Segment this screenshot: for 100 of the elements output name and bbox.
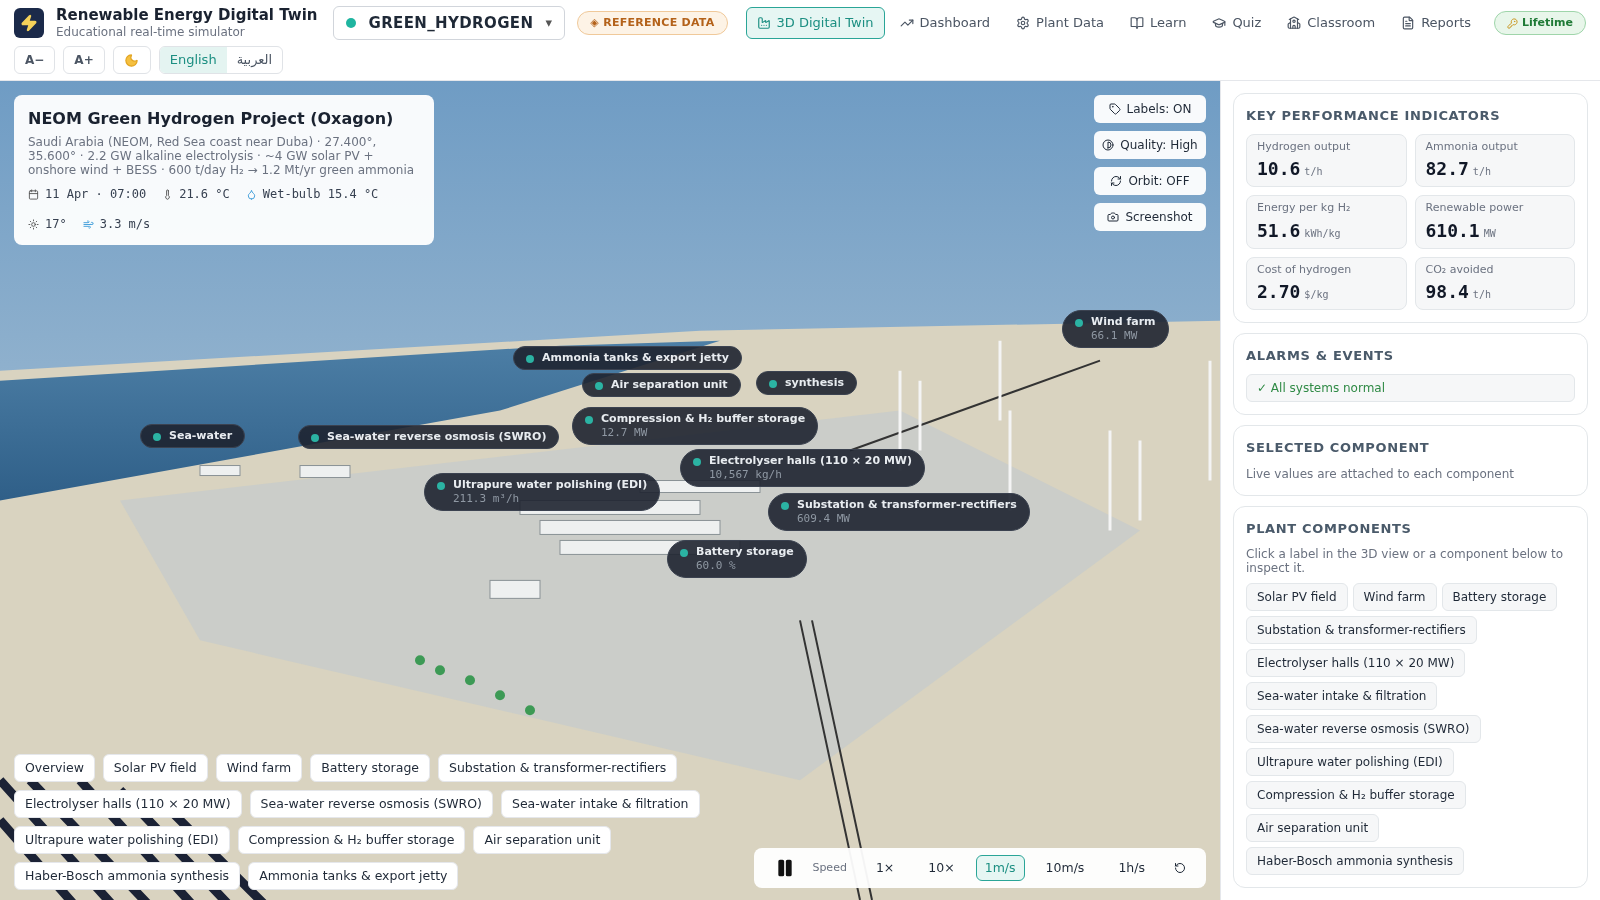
speed-option[interactable]: 1× (862, 855, 908, 881)
view-option-button[interactable]: Labels: ON (1094, 95, 1206, 123)
nav-tab[interactable]: 3D Digital Twin (745, 7, 885, 39)
view-option-button[interactable]: Quality: High (1094, 131, 1206, 159)
component-name: Sea-water (169, 429, 233, 443)
kpi-value: 98.4 (1425, 280, 1469, 304)
kpi-value: 82.7 (1425, 157, 1469, 181)
lifetime-badge: Lifetime (1494, 10, 1586, 36)
camera-view-button[interactable]: Overview (14, 754, 95, 782)
nav-tab[interactable]: Plant Data (1005, 7, 1116, 39)
font-size-button[interactable]: A+ (63, 46, 105, 74)
speed-option[interactable]: 1m/s (975, 855, 1025, 881)
app-subtitle: Educational real-time simulator (56, 24, 246, 40)
language-option[interactable]: English (159, 47, 227, 73)
scenario-dropdown[interactable]: GREEN_HYDROGEN ▾ (333, 6, 566, 40)
lightning-logo-icon (14, 8, 44, 38)
component-button[interactable]: Sea-water intake & filtration (1246, 681, 1438, 710)
condition-reading: 11 Apr · 07:00 (45, 186, 147, 203)
app-title: Renewable Energy Digital Twin (56, 6, 318, 25)
nav-tab[interactable]: Quiz (1201, 7, 1273, 39)
component-button[interactable]: Haber-Bosch ammonia synthesis (1246, 846, 1464, 875)
school-icon (1287, 16, 1302, 30)
camera-view-button[interactable]: Air separation unit (473, 826, 612, 854)
component-button[interactable]: Electrolyser halls (110 × 20 MW) (1246, 648, 1466, 677)
component-label[interactable]: Ultrapure water polishing (EDI) 211.3 m³/h (424, 473, 661, 511)
kpi-value: 10.6 (1257, 157, 1301, 181)
card-heading: PLANT COMPONENTS (1246, 520, 1413, 538)
factory-icon (756, 16, 771, 30)
nav-tab[interactable]: Classroom (1276, 7, 1387, 39)
component-value: 10,567 kg/h (709, 467, 783, 482)
reference-data-badge: ◈ REFERENCE DATA (577, 10, 728, 36)
component-button[interactable]: Solar PV field (1246, 582, 1348, 611)
condition-icon (245, 188, 257, 200)
component-name: Compression & H₂ buffer storage (601, 412, 806, 426)
card-heading: ALARMS & EVENTS (1246, 347, 1395, 365)
component-label[interactable]: Compression & H₂ buffer storage 12.7 MW (572, 407, 819, 445)
speed-option[interactable]: 10× (915, 855, 968, 881)
component-name: Battery storage (696, 545, 794, 559)
graduation-cap-icon (1212, 16, 1227, 30)
font-size-button[interactable]: A− (14, 46, 56, 74)
camera-view-button[interactable]: Ammonia tanks & export jetty (248, 862, 459, 890)
component-name: Ammonia tanks & export jetty (542, 351, 729, 365)
kpi-unit: t/h (1304, 165, 1323, 179)
nav-tab[interactable]: Learn (1119, 7, 1198, 39)
kpi-unit: MW (1483, 226, 1496, 241)
component-name: Ultrapure water polishing (EDI) (453, 478, 648, 492)
component-label[interactable]: Air separation unit (582, 373, 741, 397)
contrast-icon (1102, 139, 1115, 151)
language-option[interactable]: العربية (226, 47, 283, 73)
nav-tab[interactable]: Dashboard (888, 7, 1002, 39)
component-label[interactable]: Sea-water reverse osmosis (SWRO) (298, 425, 560, 449)
component-label[interactable]: Sea-water (140, 424, 246, 448)
component-value: 60.0 % (696, 558, 737, 573)
camera-view-button[interactable]: Substation & transformer-rectifiers (438, 754, 678, 782)
camera-view-button[interactable]: Sea-water intake & filtration (501, 790, 700, 818)
moon-icon (124, 52, 140, 68)
view-option-button[interactable]: Screenshot (1094, 203, 1206, 231)
condition-reading: Wet-bulb 15.4 °C (262, 186, 379, 203)
kpi-value: 2.70 (1257, 280, 1301, 304)
card-heading: SELECTED COMPONENT (1246, 438, 1431, 457)
book-icon (1130, 16, 1145, 30)
kpi-unit: t/h (1472, 165, 1491, 179)
camera-view-button[interactable]: Compression & H₂ buffer storage (237, 826, 466, 854)
component-label[interactable]: Wind farm 66.1 MW (1062, 310, 1169, 348)
component-label[interactable]: Substation & transformer-rectifiers 609.4 MW (768, 493, 1030, 531)
camera-view-button[interactable]: Battery storage (310, 754, 430, 782)
kpi-label: Hydrogen output (1257, 138, 1352, 155)
site-description: Saudi Arabia (NEOM, Red Sea coast near Duba) · 27.400°, 35.600° · 2.2 GW alkaline electrolysis · ~4 GW solar PV + onshore wind + BESS · 600 t/day H₂ → 1.2 Mt/yr green ammonia (28, 135, 416, 177)
camera-view-button[interactable]: Haber-Bosch ammonia synthesis (14, 862, 241, 890)
kpi-label: Energy per kg H₂ (1257, 200, 1352, 216)
selected-component-text: Live values are attached to each component (1246, 466, 1516, 483)
view-option-button[interactable]: Orbit: OFF (1094, 167, 1206, 195)
camera-view-button[interactable]: Wind farm (215, 754, 303, 782)
component-label[interactable]: Electrolyser halls (110 × 20 MW) 10,567 kg/h (680, 449, 925, 487)
component-button[interactable]: Substation & transformer-rectifiers (1246, 615, 1477, 644)
component-button[interactable]: Compression & H₂ buffer storage (1246, 780, 1466, 809)
component-button[interactable]: Sea-water reverse osmosis (SWRO) (1246, 714, 1481, 743)
gear-icon (1016, 16, 1031, 30)
component-name: Substation & transformer-rectifiers (797, 498, 1017, 512)
condition-icon (28, 188, 39, 200)
key-icon (1507, 17, 1518, 29)
component-button[interactable]: Air separation unit (1246, 813, 1380, 842)
kpi-value: 610.1 (1425, 218, 1480, 243)
camera-view-button[interactable]: Sea-water reverse osmosis (SWRO) (249, 790, 493, 818)
condition-reading: 3.3 m/s (99, 216, 151, 233)
component-button[interactable]: Battery storage (1441, 582, 1558, 611)
component-button[interactable]: Ultrapure water polishing (EDI) (1246, 747, 1454, 776)
kpi-label: Renewable power (1425, 200, 1525, 216)
component-label[interactable]: synthesis (756, 371, 857, 395)
component-label[interactable]: Ammonia tanks & export jetty (513, 346, 742, 370)
nav-tab[interactable]: Reports (1390, 7, 1482, 39)
component-button[interactable]: Wind farm (1352, 582, 1437, 611)
camera-view-button[interactable]: Electrolyser halls (110 × 20 MW) (14, 790, 242, 818)
component-value: 66.1 MW (1091, 328, 1139, 343)
camera-view-button[interactable]: Ultrapure water polishing (EDI) (14, 826, 230, 854)
speed-option[interactable]: 10m/s (1032, 855, 1098, 881)
speed-option[interactable]: 1h/s (1105, 855, 1158, 881)
camera-view-button[interactable]: Solar PV field (102, 754, 208, 782)
kpi-unit: $/kg (1304, 288, 1329, 302)
component-label[interactable]: Battery storage 60.0 % (667, 540, 807, 578)
